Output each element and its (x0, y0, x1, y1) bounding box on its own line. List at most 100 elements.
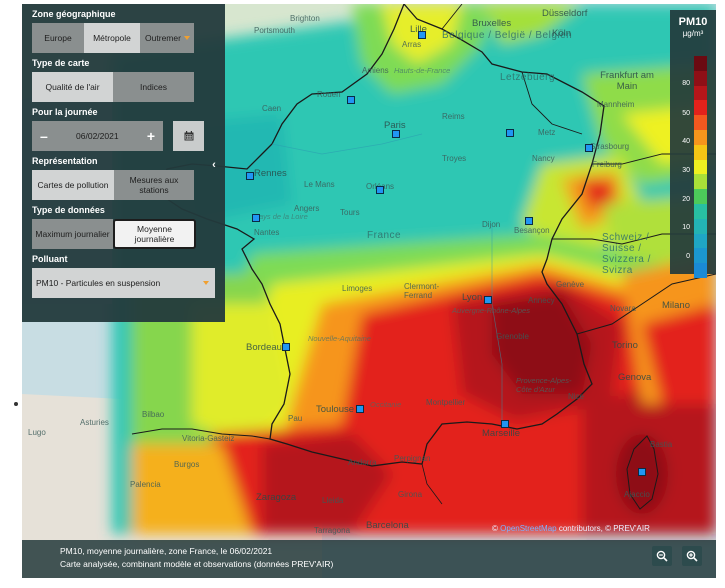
city-label: Dijon (482, 220, 501, 229)
station-marker[interactable] (376, 186, 384, 194)
zone-outremer-label: Outremer (145, 33, 181, 43)
attribution-suffix: contributors, © PREV'AIR (558, 524, 650, 533)
city-label: Freiburg (592, 160, 622, 169)
station-marker[interactable] (585, 144, 593, 152)
city-label: Toulouse (316, 404, 355, 415)
legend-swatch (694, 189, 707, 204)
air-quality-button[interactable]: Qualité de l'air (32, 72, 113, 102)
zone-europe-button[interactable]: Europe (32, 23, 84, 53)
legend-swatch (694, 115, 707, 130)
city-label: Palencia (130, 480, 161, 489)
city-label: Tours (340, 208, 360, 217)
chevron-left-icon[interactable]: ‹ (208, 159, 220, 171)
legend-swatch (694, 203, 707, 219)
legend-ramp (694, 56, 707, 278)
legend-unit: µg/m³ (682, 29, 704, 38)
region-label: Pays de la Loire (254, 212, 308, 221)
legend-tick: 50 (682, 110, 690, 117)
zone-outremer-button[interactable]: Outremer (140, 23, 194, 53)
date-picker: – 06/02/2021 + (32, 121, 215, 151)
zone-metropole-button[interactable]: Métropole (84, 23, 140, 53)
station-marker[interactable] (484, 296, 492, 304)
city-label: Lugo (28, 428, 46, 437)
indices-button[interactable]: Indices (113, 72, 194, 102)
date-value[interactable]: 06/02/2021 (76, 131, 119, 141)
date-prev-button[interactable]: – (40, 128, 48, 144)
city-label: Grenoble (496, 332, 529, 341)
legend-tick: 30 (682, 167, 690, 174)
city-label: Rouen (317, 90, 341, 99)
pollution-maps-button[interactable]: Cartes de pollution (32, 170, 114, 200)
pollutant-select[interactable]: PM10 - Particules en suspension (32, 268, 215, 298)
region-label: Hauts-de-France (394, 66, 451, 75)
station-marker[interactable] (347, 96, 355, 104)
city-label: Bilbao (142, 410, 165, 419)
station-marker[interactable] (392, 130, 400, 138)
city-label: Barcelona (366, 520, 409, 531)
city-label: Montpellier (426, 398, 466, 407)
station-marker[interactable] (638, 468, 646, 476)
attribution-prefix: © (492, 524, 498, 533)
city-label: Nancy (532, 154, 555, 163)
city-label: Tarragona (314, 526, 351, 535)
legend-tick: 0 (686, 253, 690, 260)
station-marker[interactable] (506, 129, 514, 137)
legend-swatch (694, 159, 707, 175)
region-label: Nouvelle-Aquitaine (308, 334, 371, 343)
city-label: Zaragoza (256, 492, 297, 503)
city-label: Troyes (442, 154, 467, 163)
city-label: Annecy (528, 296, 555, 305)
legend-swatch (694, 144, 707, 160)
city-label: Besançon (514, 226, 550, 235)
station-marker[interactable] (418, 31, 426, 39)
legend-tick: 10 (682, 224, 690, 231)
zoom-in-button[interactable] (682, 546, 702, 566)
station-marker[interactable] (356, 405, 364, 413)
zone-title: Zone géographique (32, 9, 116, 19)
city-label: Girona (398, 490, 423, 499)
map-type-selector: Qualité de l'air Indices (32, 72, 215, 102)
legend-tick: 20 (682, 196, 690, 203)
station-marker[interactable] (501, 420, 509, 428)
city-label: Vitoria-Gasteiz (182, 434, 235, 443)
city-label: Lyon (462, 292, 483, 303)
legend-title: PM10 (678, 16, 708, 28)
city-label: Limoges (342, 284, 373, 293)
city-label: Ajaccio (624, 490, 650, 499)
city-label: Arras (402, 40, 422, 49)
zoom-out-icon (656, 550, 668, 562)
city-label: Reims (442, 112, 465, 121)
city-label: Perpignan (394, 454, 431, 463)
daily-max-button[interactable]: Maximum journalier (32, 219, 113, 249)
legend-tick: 80 (682, 80, 690, 87)
color-legend: PM10 µg/m³ 80 50 40 30 20 10 0 (670, 10, 716, 278)
osm-link[interactable]: OpenStreetMap (500, 524, 556, 533)
daily-mean-button[interactable]: Moyenne journalière (113, 219, 196, 249)
station-marker[interactable] (525, 217, 533, 225)
city-label: Amiens (362, 66, 389, 75)
station-marker[interactable] (246, 172, 254, 180)
region-label: Provence-Alpes-Côte d'Azur (516, 376, 572, 394)
city-label: Portsmouth (254, 26, 295, 35)
legend-swatch (694, 70, 707, 86)
station-measures-button[interactable]: Mesures aux stations (114, 170, 194, 200)
city-label: Köln (552, 28, 572, 39)
zoom-out-button[interactable] (652, 546, 672, 566)
map-caption: PM10, moyenne journalière, zone France, … (60, 546, 273, 556)
calendar-button[interactable] (173, 121, 204, 151)
map-frame[interactable]: Belgique / België / Belgien Letzebuerg F… (22, 4, 716, 578)
city-label: Strasbourg (590, 142, 630, 151)
station-marker[interactable] (282, 343, 290, 351)
legend-swatch (694, 174, 707, 190)
region-label: Occitanie (370, 400, 402, 409)
map-attribution: © OpenStreetMap contributors, © PREV'AIR (492, 524, 650, 533)
legend-swatch (694, 100, 707, 116)
city-label: Genève (556, 280, 585, 289)
city-label: Nantes (254, 228, 280, 237)
legend-swatch (694, 233, 707, 249)
caret-down-icon (203, 281, 209, 285)
station-marker[interactable] (252, 214, 260, 222)
city-label: Andorra (348, 458, 377, 467)
date-next-button[interactable]: + (147, 128, 155, 144)
city-label: Rennes (254, 168, 287, 179)
